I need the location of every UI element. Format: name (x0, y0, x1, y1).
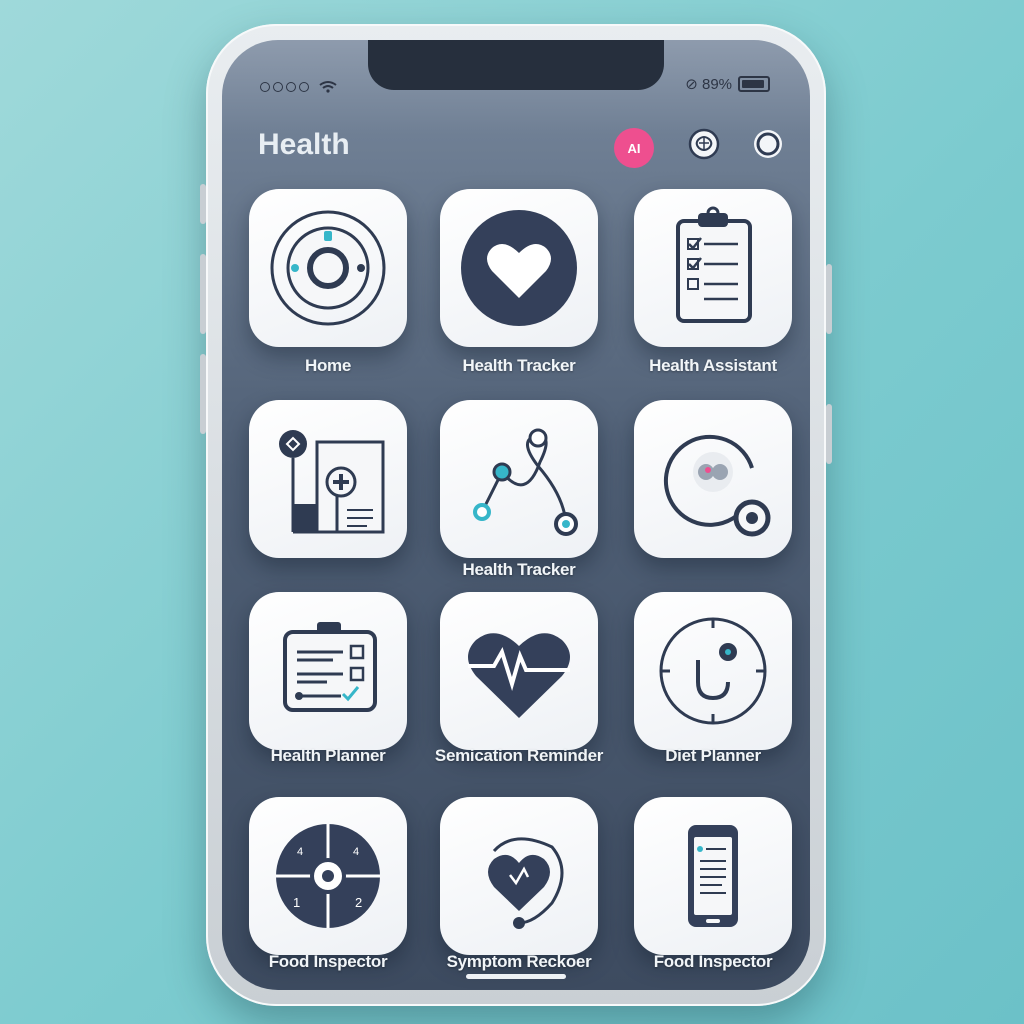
target-dial-icon (270, 210, 386, 326)
app-label: Food Inspector (268, 952, 388, 971)
app-tile-food-inspector[interactable]: 4 4 1 2 (249, 797, 407, 955)
app-tile-health-tracker-2[interactable] (440, 400, 598, 558)
heart-stethoscope-icon (488, 837, 564, 929)
battery-icon (738, 76, 770, 92)
volume-down-button (200, 354, 206, 434)
phone-document-icon (688, 825, 738, 927)
signal-dot-icon (286, 82, 296, 92)
signal-indicator (260, 80, 338, 94)
ai-badge-label: AI (627, 140, 641, 156)
app-tile-health-planner[interactable] (249, 592, 407, 750)
app-tile-health-assistant[interactable] (634, 189, 792, 347)
app-label: Health Tracker (462, 560, 576, 579)
app-label: Food Inspector (653, 952, 773, 971)
medical-document-icon (279, 430, 385, 534)
app-tile-symptom-checker[interactable] (440, 797, 598, 955)
home-indicator[interactable] (466, 974, 566, 979)
ai-button[interactable]: AI (614, 128, 654, 168)
app-label: Health Tracker (462, 356, 576, 375)
quadrant-dial-icon: 4 4 1 2 (276, 824, 380, 928)
app-tile-medication-reminder[interactable] (440, 592, 598, 750)
heart-icon (461, 210, 577, 326)
battery-percent: ⊘ 89% (685, 76, 732, 93)
app-tile-diet-planner[interactable] (634, 592, 792, 750)
record-button[interactable] (750, 126, 786, 162)
ring-icon (754, 130, 782, 158)
app-label: Semication Reminder (434, 746, 604, 765)
app-tile-home[interactable] (249, 189, 407, 347)
app-tile-food-inspector-2[interactable] (634, 797, 792, 955)
signal-dot-icon (273, 82, 283, 92)
heart-pulse-icon (468, 633, 570, 718)
screen: ⊘ 89% Health AI Home Health Tracker Heal… (222, 40, 810, 990)
phone-frame: ⊘ 89% Health AI Home Health Tracker Heal… (200, 24, 832, 1006)
stethoscope-circle-icon (663, 434, 771, 537)
app-tile-medical-records[interactable] (249, 400, 407, 558)
svg-text:1: 1 (293, 895, 300, 910)
signal-dot-icon (260, 82, 270, 92)
connected-nodes-icon (473, 428, 578, 536)
checklist-board-icon (283, 622, 377, 712)
svg-text:4: 4 (297, 846, 303, 858)
app-label: Health Planner (270, 746, 386, 765)
status-right: ⊘ 89% (685, 75, 770, 93)
brain-icon (688, 128, 720, 160)
page-title: Health (258, 128, 350, 161)
stethoscope-dial-icon (659, 617, 767, 725)
app-tile-stethoscope[interactable] (634, 400, 792, 558)
clipboard-checklist-icon (676, 206, 752, 323)
signal-dot-icon (299, 82, 309, 92)
app-label: Home (304, 356, 352, 375)
power-button (826, 264, 832, 334)
app-label: Health Assistant (649, 356, 777, 375)
app-tile-health-tracker[interactable] (440, 189, 598, 347)
volume-up-button (200, 254, 206, 334)
svg-text:2: 2 (355, 895, 362, 910)
app-label: Diet Planner (665, 746, 761, 765)
brain-settings-button[interactable] (686, 126, 722, 162)
svg-text:4: 4 (353, 846, 359, 858)
silent-switch (200, 184, 206, 224)
notch (368, 40, 664, 90)
app-label: Symptom Reckoer (446, 952, 592, 971)
side-button (826, 404, 832, 464)
wifi-icon (319, 81, 337, 93)
